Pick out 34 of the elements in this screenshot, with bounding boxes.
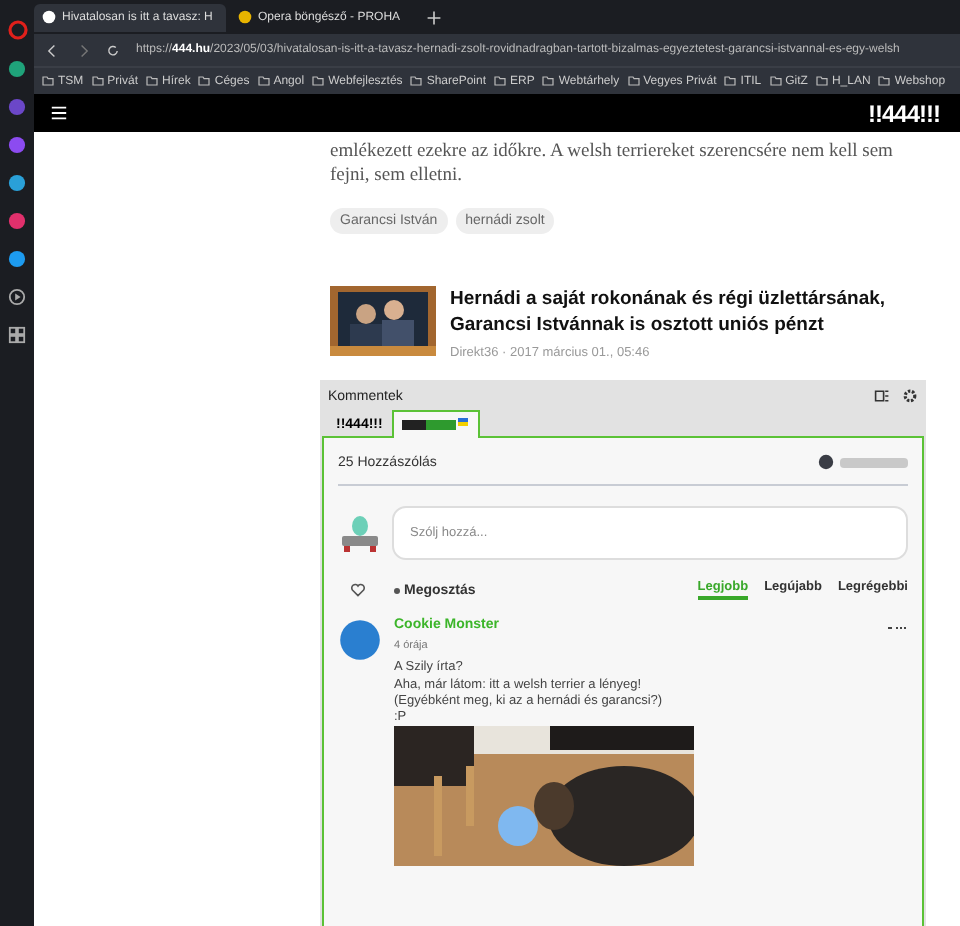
grid-icon[interactable] <box>8 326 26 344</box>
folder-icon <box>91 76 104 86</box>
plus-icon[interactable] <box>426 9 442 25</box>
back-icon[interactable] <box>46 43 60 57</box>
folder-icon <box>815 76 828 86</box>
folder-icon <box>878 76 891 86</box>
menu-icon[interactable] <box>50 104 68 122</box>
logo-icon <box>402 418 471 432</box>
forward-icon[interactable] <box>76 43 90 57</box>
folder-icon <box>42 76 54 86</box>
settings-icon[interactable] <box>902 388 918 404</box>
folder-icon <box>724 76 737 86</box>
site-logo[interactable]: !!444!!! <box>867 99 940 127</box>
folder-icon <box>769 76 782 86</box>
dot-icon <box>394 587 400 593</box>
opera-logo-icon[interactable] <box>7 20 27 40</box>
heart-icon[interactable] <box>350 582 366 598</box>
spaceship-avatar-icon <box>338 511 382 555</box>
article-paragraph: emlékezett ezekre az időkre. A welsh terriereket szerencsére nem kell sem fejni, sem elletni. <box>330 140 895 188</box>
folder-icon <box>410 76 423 86</box>
reload-icon[interactable] <box>106 43 120 57</box>
folder-icon <box>312 76 325 86</box>
user-avatar-icon[interactable] <box>818 454 834 470</box>
folder-icon <box>627 76 640 86</box>
folder-icon <box>257 76 270 86</box>
play-icon[interactable] <box>8 288 26 306</box>
layout-icon[interactable] <box>874 388 890 404</box>
comments-tab[interactable] <box>392 410 481 438</box>
avatar-icon[interactable] <box>338 618 382 662</box>
folder-icon <box>542 76 555 86</box>
folder-icon <box>146 76 159 86</box>
folder-icon <box>494 76 506 86</box>
folder-icon <box>198 76 211 86</box>
related-article-title[interactable]: Hernádi a saját rokonának és régi üzlettársának, Garancsi Istvánnak is osztott uniós pénzt <box>450 286 930 338</box>
